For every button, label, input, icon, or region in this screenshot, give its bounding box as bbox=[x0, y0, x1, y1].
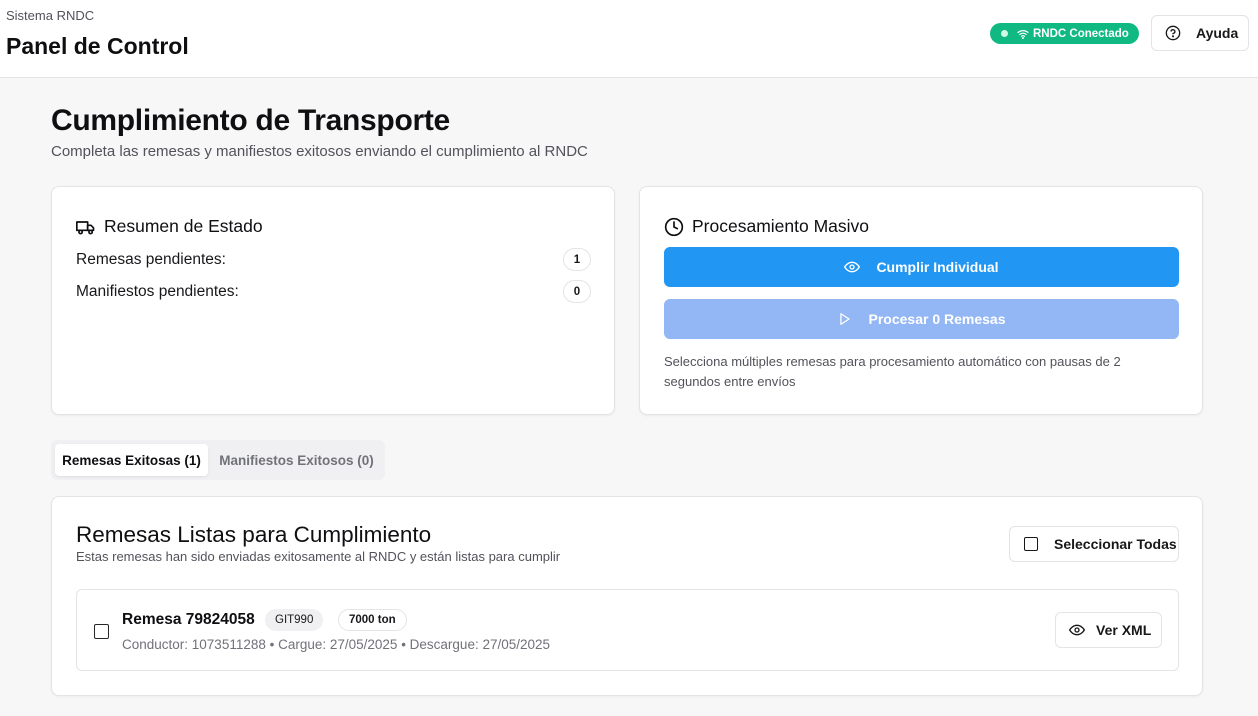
view-xml-button[interactable]: Ver XML bbox=[1055, 612, 1162, 648]
pending-remesas-row: Remesas pendientes: 1 bbox=[76, 248, 591, 271]
connection-status-badge: RNDC Conectado bbox=[990, 23, 1139, 44]
help-circle-icon bbox=[1165, 25, 1181, 41]
pending-manifiestos-label: Manifiestos pendientes: bbox=[76, 282, 239, 300]
select-all-label: Seleccionar Todas bbox=[1054, 536, 1177, 552]
weight-badge: 7000 ton bbox=[338, 609, 407, 631]
process-remesas-button[interactable]: Procesar 0 Remesas bbox=[664, 299, 1179, 339]
tab-manifiestos-exitosos[interactable]: Manifiestos Exitosos (0) bbox=[212, 444, 381, 476]
list-item: Remesa 79824058 GIT990 7000 ton Conducto… bbox=[76, 589, 1179, 671]
status-dot-icon bbox=[1001, 30, 1008, 37]
tab-remesas-exitosas[interactable]: Remesas Exitosas (1) bbox=[55, 444, 208, 476]
pending-manifiestos-row: Manifiestos pendientes: 0 bbox=[76, 280, 591, 303]
fulfill-individual-button[interactable]: Cumplir Individual bbox=[664, 247, 1179, 287]
pending-remesas-label: Remesas pendientes: bbox=[76, 250, 226, 268]
bulk-processing-title: Procesamiento Masivo bbox=[692, 216, 870, 236]
eye-icon bbox=[1069, 624, 1085, 636]
status-summary-card: Resumen de Estado Remesas pendientes: 1 … bbox=[51, 186, 615, 415]
remesas-ready-card: Remesas Listas para Cumplimiento Estas r… bbox=[51, 496, 1203, 696]
page-description: Completa las remesas y manifiestos exito… bbox=[51, 143, 588, 160]
play-icon bbox=[839, 313, 850, 325]
bulk-processing-heading: Procesamiento Masivo bbox=[664, 216, 869, 237]
app-subtitle: Sistema RNDC bbox=[6, 8, 95, 23]
help-button[interactable]: Ayuda bbox=[1151, 15, 1249, 51]
clock-icon bbox=[664, 217, 684, 236]
remesa-details: Conductor: 1073511288 • Cargue: 27/05/20… bbox=[122, 637, 551, 652]
help-button-label: Ayuda bbox=[1196, 25, 1239, 41]
view-xml-label: Ver XML bbox=[1096, 622, 1152, 638]
remesas-ready-description: Estas remesas han sido enviadas exitosam… bbox=[76, 549, 561, 564]
remesa-checkbox[interactable] bbox=[94, 624, 109, 639]
remesas-ready-title: Remesas Listas para Cumplimiento bbox=[76, 522, 432, 547]
select-all-button[interactable]: Seleccionar Todas bbox=[1009, 526, 1179, 562]
bulk-processing-note: Selecciona múltiples remesas para proces… bbox=[664, 354, 1121, 389]
wifi-icon bbox=[1017, 29, 1029, 39]
bulk-processing-card: Procesamiento Masivo Cumplir Individual … bbox=[639, 186, 1203, 415]
status-summary-heading: Resumen de Estado bbox=[76, 216, 263, 237]
top-header: Sistema RNDC Panel de Control RNDC Conec… bbox=[0, 0, 1258, 78]
eye-icon bbox=[844, 261, 861, 273]
page-title: Cumplimiento de Transporte bbox=[51, 104, 450, 137]
truck-icon bbox=[76, 220, 95, 234]
results-tabs: Remesas Exitosas (1) Manifiestos Exitoso… bbox=[51, 440, 385, 480]
process-remesas-label: Procesar 0 Remesas bbox=[868, 311, 1006, 327]
vehicle-plate-badge: GIT990 bbox=[265, 609, 324, 631]
pending-remesas-count: 1 bbox=[563, 248, 591, 271]
app-title: Panel de Control bbox=[6, 33, 189, 59]
connection-status-label: RNDC Conectado bbox=[1033, 27, 1129, 40]
remesa-title: Remesa 79824058 bbox=[122, 611, 255, 628]
status-summary-title: Resumen de Estado bbox=[104, 216, 263, 236]
fulfill-individual-label: Cumplir Individual bbox=[876, 259, 999, 275]
checkbox-icon bbox=[1024, 537, 1038, 551]
pending-manifiestos-count: 0 bbox=[563, 280, 591, 303]
